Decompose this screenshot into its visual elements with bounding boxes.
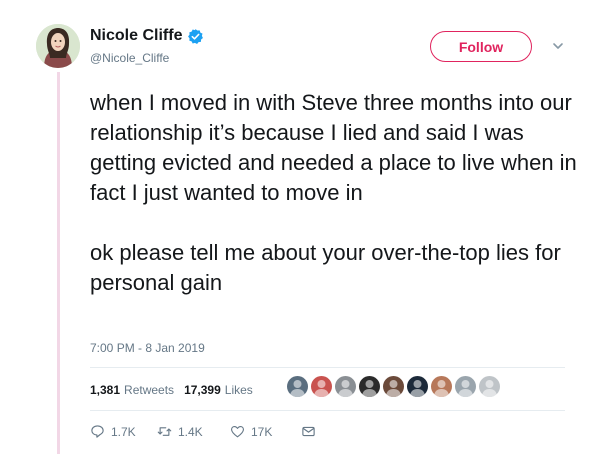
retweets-stat[interactable]: 1,381 Retweets bbox=[90, 383, 174, 397]
retweet-count: 1.4K bbox=[178, 424, 203, 439]
person-silhouette-icon bbox=[458, 380, 473, 397]
person-silhouette-icon bbox=[314, 380, 329, 397]
avatar-icon[interactable] bbox=[407, 376, 428, 397]
person-silhouette-icon bbox=[362, 380, 377, 397]
avatar-icon[interactable] bbox=[479, 376, 500, 397]
reply-button[interactable]: 1.7K bbox=[90, 424, 157, 439]
author-name-row[interactable]: Nicole Cliffe bbox=[90, 27, 204, 45]
retweet-button[interactable]: 1.4K bbox=[157, 424, 230, 439]
reply-count: 1.7K bbox=[111, 424, 136, 439]
likes-label: Likes bbox=[224, 383, 253, 397]
chevron-down-icon[interactable] bbox=[552, 40, 564, 52]
person-silhouette-icon bbox=[434, 380, 449, 397]
person-silhouette-icon bbox=[482, 380, 497, 397]
avatar-icon[interactable] bbox=[287, 376, 308, 397]
envelope-icon bbox=[302, 426, 315, 437]
avatar-icon[interactable] bbox=[359, 376, 380, 397]
follow-button[interactable]: Follow bbox=[430, 31, 532, 62]
author-avatar[interactable] bbox=[36, 24, 80, 68]
person-silhouette-icon bbox=[290, 380, 305, 397]
reply-icon bbox=[91, 425, 104, 438]
tweet-paragraph: when I moved in with Steve three months … bbox=[90, 90, 577, 205]
author-name[interactable]: Nicole Cliffe bbox=[90, 27, 182, 45]
person-silhouette-icon bbox=[410, 380, 425, 397]
retweet-icon bbox=[157, 427, 172, 436]
like-count: 17K bbox=[251, 424, 273, 439]
tweet-timestamp[interactable]: 7:00 PM - 8 Jan 2019 bbox=[90, 341, 205, 355]
tweet-text: when I moved in with Steve three months … bbox=[90, 88, 580, 298]
avatar-icon[interactable] bbox=[311, 376, 332, 397]
avatar-icon[interactable] bbox=[455, 376, 476, 397]
divider bbox=[90, 410, 565, 411]
thread-line bbox=[57, 72, 60, 454]
heart-icon bbox=[231, 425, 244, 438]
author-handle[interactable]: @Nicole_Cliffe bbox=[90, 51, 169, 65]
tweet-paragraph: ok please tell me about your over-the-to… bbox=[90, 240, 561, 295]
likes-stat[interactable]: 17,399 Likes bbox=[184, 383, 253, 397]
retweets-label: Retweets bbox=[124, 383, 175, 397]
like-button[interactable]: 17K bbox=[230, 424, 301, 439]
retweets-count: 1,381 bbox=[90, 383, 121, 397]
verified-badge-icon bbox=[188, 28, 204, 44]
person-silhouette-icon bbox=[338, 380, 353, 397]
liker-avatars bbox=[287, 376, 500, 397]
avatar-icon[interactable] bbox=[383, 376, 404, 397]
tweet-stats: 1,381 Retweets 17,399 Likes bbox=[90, 383, 263, 397]
direct-message-button[interactable] bbox=[301, 424, 322, 439]
avatar-icon[interactable] bbox=[431, 376, 452, 397]
tweet-actions: 1.7K 1.4K 17K bbox=[90, 424, 322, 439]
avatar-icon[interactable] bbox=[335, 376, 356, 397]
avatar-illustration-icon bbox=[36, 24, 80, 68]
divider bbox=[90, 367, 565, 368]
likes-count: 17,399 bbox=[184, 383, 221, 397]
person-silhouette-icon bbox=[386, 380, 401, 397]
